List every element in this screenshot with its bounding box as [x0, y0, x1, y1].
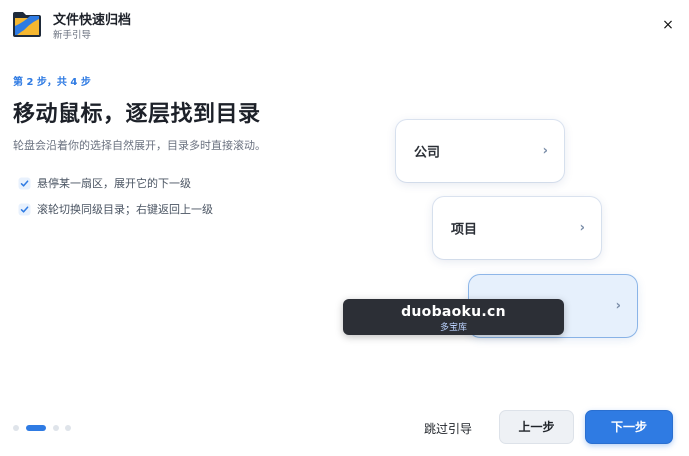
- watermark-title: duobaoku.cn: [401, 304, 506, 320]
- check-icon: [18, 177, 31, 190]
- chevron-right-icon: ›: [542, 143, 548, 159]
- feature-bullet: 悬停某一扇区，展开它的下一级: [18, 175, 191, 191]
- next-step-button[interactable]: 下一步: [585, 410, 673, 444]
- feature-bullet: 滚轮切换同级目录；右键返回上一级: [18, 201, 213, 217]
- close-button[interactable]: ×: [660, 17, 676, 33]
- page-title: 移动鼠标，逐层找到目录: [13, 102, 261, 127]
- app-title: 文件快速归档: [53, 13, 132, 28]
- feature-bullet-text: 滚轮切换同级目录；右键返回上一级: [37, 203, 213, 216]
- folder-card-company: 公司 ›: [396, 120, 564, 182]
- feature-bullet-text: 悬停某一扇区，展开它的下一级: [37, 177, 191, 190]
- progress-dot: [13, 425, 19, 431]
- watermark-overlay: duobaoku.cn 多宝库: [343, 299, 564, 335]
- step-indicator: 第 2 步，共 4 步: [13, 77, 91, 88]
- app-subtitle: 新手引导: [53, 30, 92, 41]
- skip-guide-link[interactable]: 跳过引导: [424, 420, 472, 437]
- folder-card-label: 公司: [414, 145, 441, 161]
- progress-dot-active: [26, 425, 46, 431]
- folder-card-label: 项目: [451, 222, 478, 238]
- folder-card-project: 项目 ›: [433, 197, 601, 259]
- check-icon: [18, 203, 31, 216]
- app-logo-icon: [12, 10, 42, 38]
- description-text: 轮盘会沿着你的选择自然展开，目录多时直接滚动。: [13, 139, 266, 152]
- chevron-right-icon: ›: [615, 298, 621, 314]
- watermark-subtitle: 多宝库: [439, 323, 467, 333]
- progress-dot: [53, 425, 59, 431]
- progress-dot: [65, 425, 71, 431]
- prev-step-button[interactable]: 上一步: [499, 410, 574, 444]
- chevron-right-icon: ›: [579, 220, 585, 236]
